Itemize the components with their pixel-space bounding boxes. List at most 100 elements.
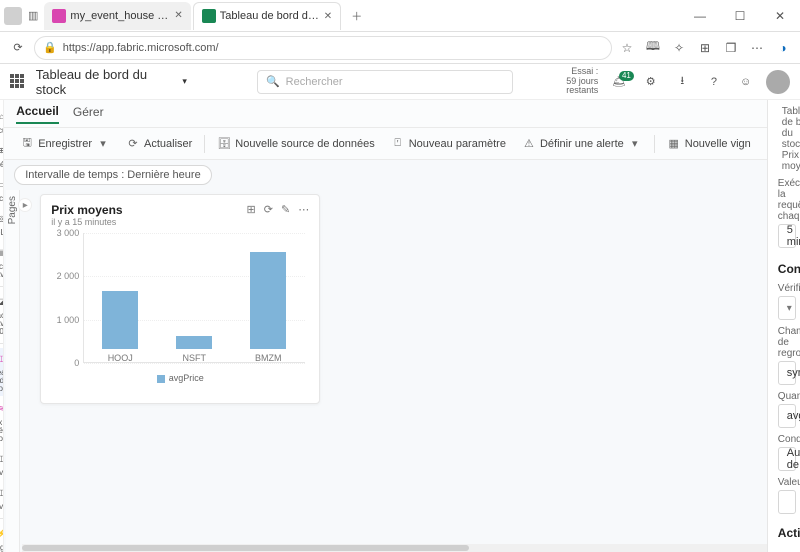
when-select[interactable]: avgPrice▾ bbox=[778, 404, 796, 428]
time-range-chip[interactable]: Intervalle de temps : Dernière heure bbox=[14, 165, 211, 185]
search-icon: 🔍 bbox=[266, 75, 280, 88]
chart: 01 0002 0003 000 HOOJNSFTBMZM avgPrice bbox=[51, 233, 309, 383]
bar bbox=[176, 336, 212, 349]
y-tick: 1 000 bbox=[57, 315, 80, 325]
page-tabs: Accueil Gérer bbox=[4, 100, 767, 128]
y-tick: 3 000 bbox=[57, 228, 80, 238]
trial-status: Essai : 59 jours restants bbox=[533, 67, 598, 97]
app-launcher-icon[interactable] bbox=[10, 74, 26, 90]
window-close-button[interactable]: ✕ bbox=[760, 9, 800, 23]
search-input[interactable]: 🔍 Rechercher bbox=[257, 70, 513, 94]
chevron-down-icon: ▾ bbox=[96, 137, 110, 151]
favicon-icon bbox=[202, 9, 216, 23]
bar bbox=[102, 291, 138, 350]
when-label: Quand bbox=[778, 391, 790, 402]
horizontal-scrollbar[interactable] bbox=[22, 544, 767, 552]
search-placeholder: Rechercher bbox=[286, 76, 343, 88]
url-input[interactable]: 🔒 https://app.fabric.microsoft.com/ bbox=[34, 36, 612, 60]
star-icon[interactable]: ☆ bbox=[618, 39, 636, 57]
main-area: Accueil Gérer 🖫Enregistrer▾ ⟳Actualiser … bbox=[4, 100, 767, 552]
tile-title: Prix moyens bbox=[51, 203, 246, 217]
chevron-down-icon: ▾ bbox=[628, 137, 642, 151]
browser-tab-1[interactable]: my_event_house – Intelligence e… ✕ bbox=[44, 2, 190, 30]
url-text: https://app.fabric.microsoft.com/ bbox=[63, 42, 219, 54]
tab-thumb-icon[interactable]: ▥ bbox=[28, 9, 38, 22]
grouping-select[interactable]: symbole▾ bbox=[778, 361, 796, 385]
user-avatar[interactable] bbox=[766, 70, 790, 94]
condition-select[interactable]: Augmentée de▾ bbox=[778, 447, 796, 471]
value-label: Valeur bbox=[778, 477, 790, 488]
x-label: BMZM bbox=[255, 353, 282, 363]
reader-icon[interactable]: 🕮 bbox=[644, 39, 662, 57]
alert-icon: ⚠ bbox=[522, 137, 536, 151]
verification-select[interactable]: Sur chaque événement regroupé par▾ bbox=[778, 296, 796, 320]
new-parameter-button[interactable]: ⍞Nouveau paramètre bbox=[385, 133, 512, 155]
browser-tab-1-label: my_event_house – Intelligence e… bbox=[70, 10, 170, 22]
browser-tab-2-label: Tableau de bord du stock - Inte… bbox=[220, 10, 320, 22]
y-tick: 2 000 bbox=[57, 271, 80, 281]
nav-refresh-button[interactable]: ⟳ bbox=[8, 41, 28, 54]
bar-BMZM[interactable]: BMZM bbox=[246, 252, 290, 364]
profile-icon[interactable] bbox=[4, 7, 22, 25]
workspace-dropdown[interactable]: Tableau de bord du stock ▾ bbox=[36, 67, 187, 97]
toolbar: 🖫Enregistrer▾ ⟳Actualiser 🗄Nouvelle sour… bbox=[4, 128, 767, 160]
more-tile-icon[interactable]: ⋯ bbox=[298, 203, 309, 216]
help-icon[interactable]: ? bbox=[703, 76, 725, 88]
notifications-icon[interactable]: 🛎41 bbox=[608, 75, 630, 88]
edit-tile-icon[interactable]: ✎ bbox=[281, 203, 290, 216]
browser-tab-2[interactable]: Tableau de bord du stock - Inte… ✕ bbox=[193, 2, 341, 30]
grouping-label: Champ de regroupement bbox=[778, 326, 790, 359]
feedback-icon[interactable]: ☺ bbox=[735, 76, 757, 88]
collections-icon[interactable]: ⊞ bbox=[696, 39, 714, 57]
explore-icon[interactable]: ⊞ bbox=[247, 203, 256, 216]
run-every-select[interactable]: 5 minutes▾ bbox=[778, 224, 796, 248]
parameter-icon: ⍞ bbox=[391, 137, 405, 151]
panel-breadcrumb: Tableau de bord du stock / Prix moyens bbox=[778, 106, 790, 172]
close-icon[interactable]: ✕ bbox=[324, 11, 332, 22]
favorites-icon[interactable]: ✧ bbox=[670, 39, 688, 57]
chevron-down-icon: ▾ bbox=[182, 76, 187, 87]
tab-accueil[interactable]: Accueil bbox=[16, 104, 59, 124]
value-input[interactable] bbox=[778, 490, 796, 514]
bar bbox=[250, 252, 286, 350]
refresh-tile-icon[interactable]: ⟳ bbox=[264, 203, 273, 216]
app-header: Tableau de bord du stock ▾ 🔍 Rechercher … bbox=[0, 64, 800, 100]
run-every-label: Exécuter la requête chaque bbox=[778, 178, 790, 222]
bar-NSFT[interactable]: NSFT bbox=[172, 336, 216, 363]
window-minimize-button[interactable]: — bbox=[680, 9, 720, 23]
new-tab-button[interactable]: ＋ bbox=[343, 8, 370, 24]
set-alert-button[interactable]: ⚠Définir une alerte▾ bbox=[516, 133, 648, 155]
tile-icon: ▦ bbox=[667, 137, 681, 151]
window-maximize-button[interactable]: ☐ bbox=[720, 9, 760, 23]
save-button[interactable]: 🖫Enregistrer▾ bbox=[14, 133, 116, 155]
legend-swatch bbox=[157, 375, 165, 383]
action-email-radio[interactable]: ✉ Envoyez-moi un e-mail bbox=[778, 546, 790, 552]
new-tile-button[interactable]: ▦Nouvelle vign bbox=[661, 133, 757, 155]
close-icon[interactable]: ✕ bbox=[174, 10, 182, 21]
more-icon[interactable]: ⋯ bbox=[748, 39, 766, 57]
copilot-icon[interactable]: ◑ bbox=[774, 39, 792, 57]
browser-titlebar: ▥ my_event_house – Intelligence e… ✕ Tab… bbox=[0, 0, 800, 32]
legend-label: avgPrice bbox=[169, 373, 204, 383]
chart-legend: avgPrice bbox=[51, 373, 309, 383]
bar-HOOJ[interactable]: HOOJ bbox=[98, 291, 142, 364]
save-icon: 🖫 bbox=[20, 137, 34, 151]
extension-icon[interactable]: ❒ bbox=[722, 39, 740, 57]
chart-tile: Prix moyens il y a 15 minutes ⊞ ⟳ ✎ ⋯ 01… bbox=[40, 194, 320, 404]
x-label: HOOJ bbox=[108, 353, 133, 363]
pages-rail[interactable]: Pages bbox=[6, 190, 20, 552]
workspace-name: Tableau de bord du stock bbox=[36, 67, 179, 97]
new-datasource-button[interactable]: 🗄Nouvelle source de données bbox=[211, 133, 380, 155]
alert-panel: Tableau de bord du stock / Prix moyens E… bbox=[767, 100, 800, 552]
chevron-down-icon: ▾ bbox=[787, 303, 792, 314]
x-label: NSFT bbox=[182, 353, 206, 363]
tab-gerer[interactable]: Gérer bbox=[73, 105, 104, 123]
settings-icon[interactable]: ⚙ bbox=[640, 75, 662, 88]
notif-badge: 41 bbox=[619, 71, 634, 81]
refresh-button[interactable]: ⟳Actualiser bbox=[120, 133, 198, 155]
collapse-pages-icon[interactable]: ▸ bbox=[18, 198, 32, 212]
address-bar: ⟳ 🔒 https://app.fabric.microsoft.com/ ☆ … bbox=[0, 32, 800, 64]
verification-label: Vérification bbox=[778, 283, 790, 294]
download-icon[interactable]: ⭳ bbox=[672, 72, 694, 91]
pages-label: Pages bbox=[7, 196, 18, 224]
